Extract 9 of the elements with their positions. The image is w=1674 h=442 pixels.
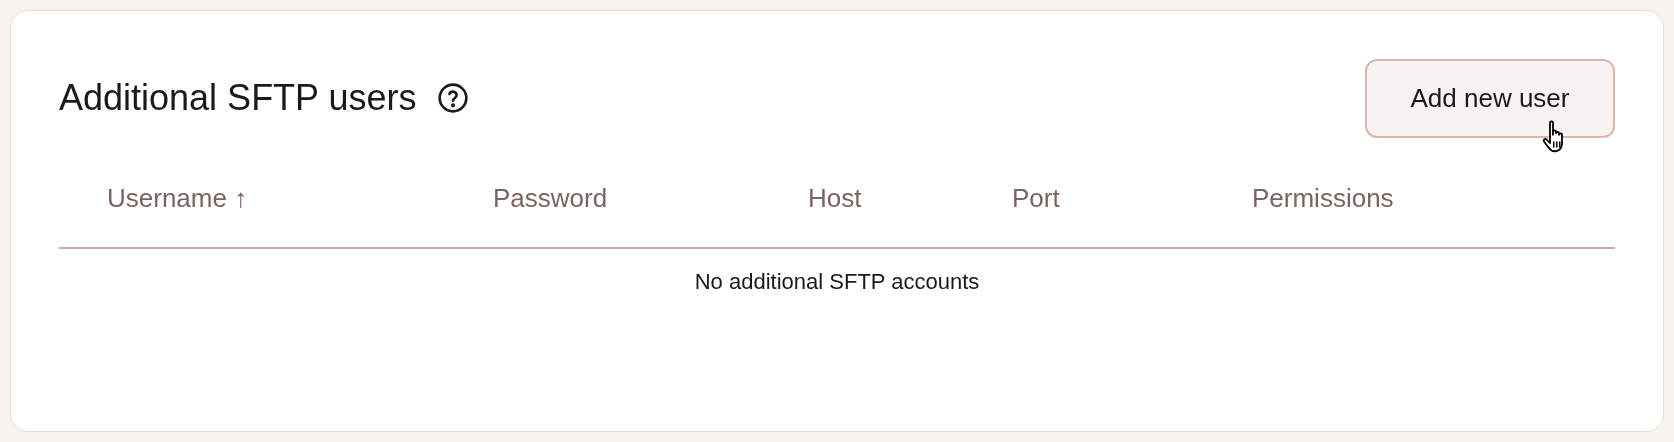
empty-message: No additional SFTP accounts — [694, 268, 980, 296]
help-icon[interactable] — [436, 82, 469, 114]
column-header[interactable]: Username ↑ — [107, 182, 248, 213]
add-user-button[interactable]: Add new user — [1365, 58, 1615, 138]
column-header[interactable]: Host — [808, 182, 862, 213]
column-header[interactable]: Permissions — [1252, 182, 1394, 213]
column-header[interactable]: Password — [493, 182, 608, 213]
section-title: Additional SFTP users — [59, 76, 417, 120]
column-header[interactable]: Port — [1012, 182, 1060, 213]
